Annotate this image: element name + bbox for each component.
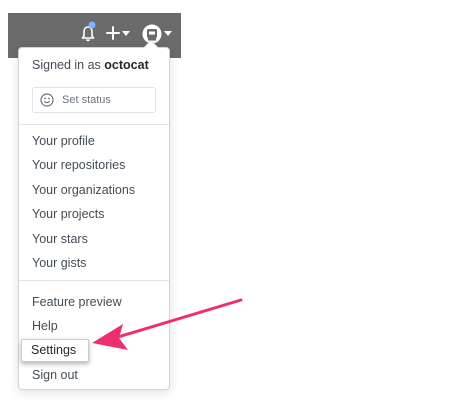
annotation-arrow bbox=[92, 298, 243, 350]
